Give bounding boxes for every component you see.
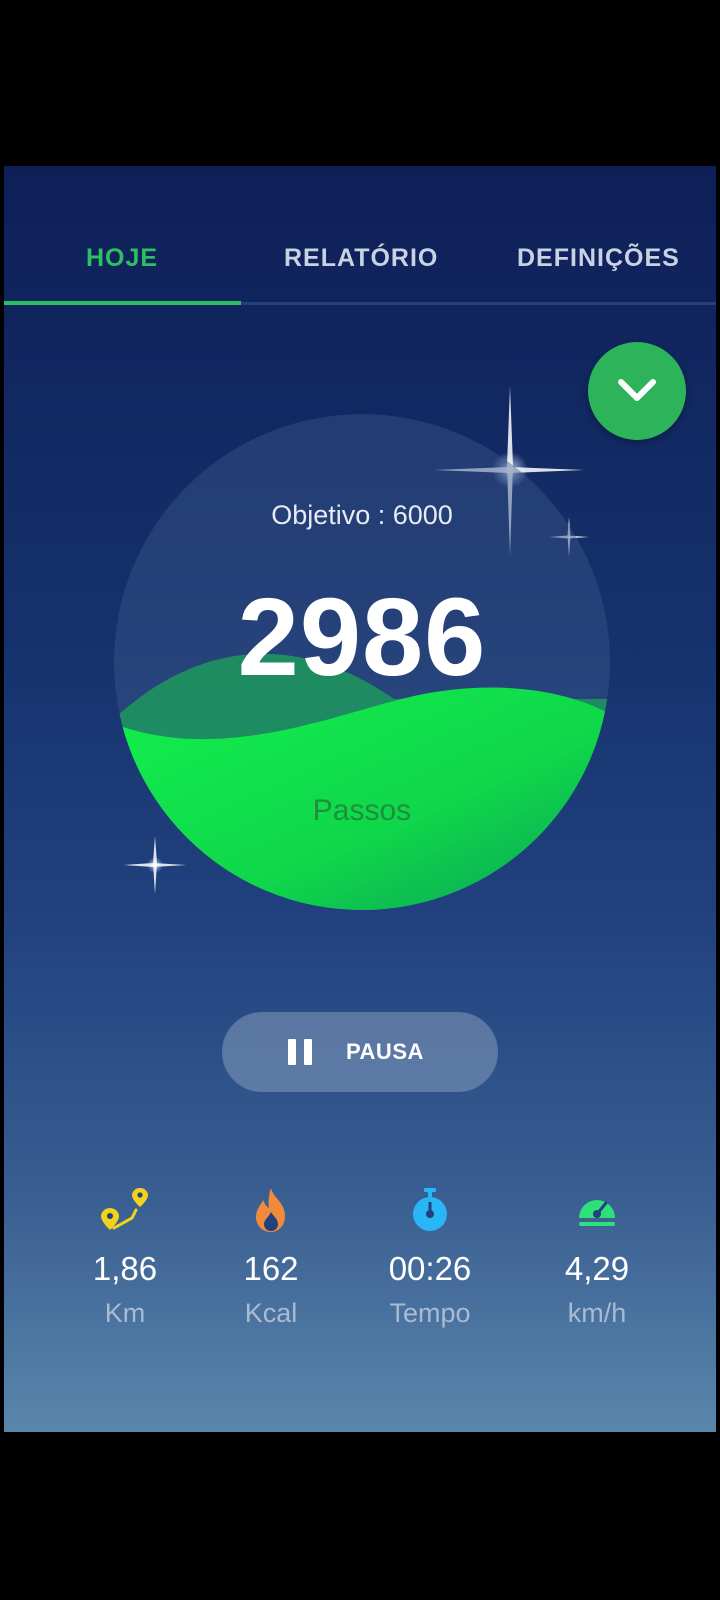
chevron-down-icon — [618, 379, 656, 401]
tab-today[interactable]: HOJE — [86, 244, 158, 273]
distance-value: 1,86 — [92, 1250, 158, 1287]
pause-icon — [288, 1039, 314, 1065]
stopwatch-icon — [413, 1188, 447, 1231]
duration-value: 00:26 — [388, 1250, 472, 1287]
calories-unit: Kcal — [244, 1298, 298, 1328]
calories-value: 162 — [243, 1250, 299, 1287]
stat-calories: 162 Kcal — [186, 1186, 356, 1329]
stat-distance: 1,86 Km — [40, 1186, 210, 1329]
flame-icon — [256, 1188, 285, 1232]
speedometer-icon — [579, 1200, 615, 1226]
speed-value: 4,29 — [564, 1250, 630, 1287]
step-count: 2986 — [237, 576, 487, 699]
tab-report[interactable]: RELATÓRIO — [284, 244, 438, 273]
tab-bar: HOJE RELATÓRIO DEFINIÇÕES — [4, 166, 716, 306]
pause-label: PAUSA — [346, 1039, 424, 1064]
steps-progress-orb: Objetivo : 6000 2986 Passos — [114, 414, 610, 910]
stat-speed: 4,29 km/h — [512, 1186, 682, 1329]
route-pin-icon — [101, 1188, 148, 1230]
active-tab-indicator — [4, 301, 241, 305]
app-screen: HOJE RELATÓRIO DEFINIÇÕES Objetivo: 600… — [4, 166, 716, 1432]
goal-label: Objetivo : 6000 — [271, 500, 453, 530]
tab-settings[interactable]: DEFINIÇÕES — [517, 244, 680, 273]
steps-label: Passos — [312, 794, 412, 827]
pause-button[interactable]: PAUSA — [222, 1012, 498, 1092]
distance-unit: Km — [104, 1298, 146, 1328]
stat-duration: 00:26 Tempo — [345, 1186, 515, 1329]
duration-unit: Tempo — [389, 1298, 471, 1328]
speed-unit: km/h — [567, 1298, 627, 1328]
